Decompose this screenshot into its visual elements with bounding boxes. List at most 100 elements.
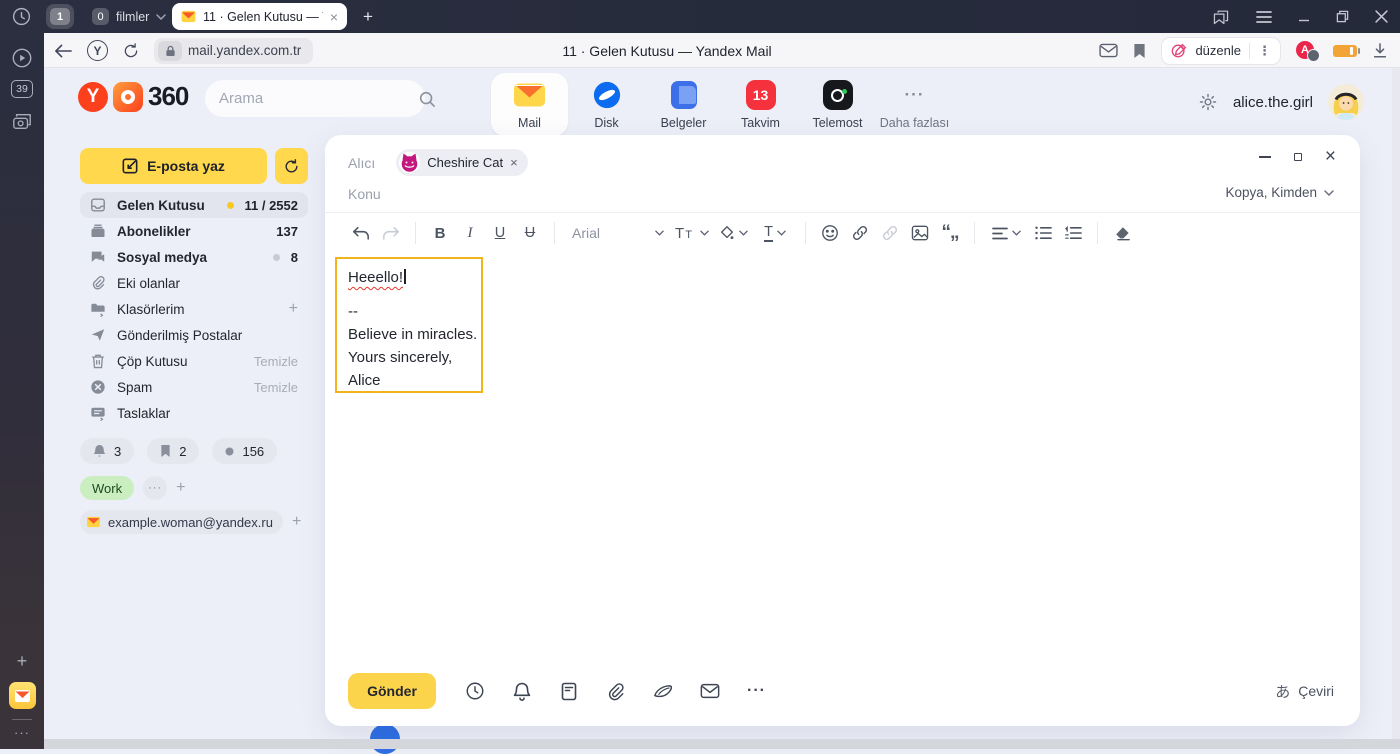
search-bar[interactable] (205, 80, 425, 117)
message-body-highlight[interactable]: Heeello! -- Believe in miracles. Yours s… (335, 257, 483, 393)
underline-button[interactable]: U (485, 219, 515, 247)
send-button[interactable]: Gönder (348, 673, 436, 709)
compose-close-icon[interactable]: × (1325, 147, 1336, 166)
edit-menu-icon[interactable]: ⋮ (1258, 43, 1271, 59)
folder-subscriptions[interactable]: Abonelikler 137 (80, 218, 308, 244)
menu-icon[interactable] (1256, 11, 1272, 23)
link-button[interactable] (845, 219, 875, 247)
bold-button[interactable]: B (425, 219, 455, 247)
settings-gear-icon[interactable] (1198, 92, 1218, 112)
new-tab-button[interactable]: + (356, 5, 380, 29)
search-input[interactable] (219, 90, 418, 107)
rail-more-button[interactable]: ··· (0, 725, 44, 740)
font-family-select[interactable]: Arial (564, 225, 668, 241)
side-panel-icon[interactable] (1212, 9, 1230, 25)
download-icon[interactable] (1372, 42, 1388, 59)
compose-maximize-icon[interactable] (1294, 153, 1302, 161)
window-close-icon[interactable] (1375, 10, 1388, 23)
bookmarks-pill[interactable]: 2 (147, 438, 199, 464)
folder-sent[interactable]: Gönderilmiş Postalar (80, 322, 308, 348)
tab-group-indicator[interactable]: 1 (46, 4, 74, 29)
pinned-pill[interactable]: 156 (212, 438, 277, 464)
reminders-pill[interactable]: 3 (80, 438, 134, 464)
subject-input[interactable] (348, 186, 948, 202)
folder-my-folders[interactable]: Klasörlerim + (80, 296, 308, 322)
add-label-button[interactable]: + (176, 479, 185, 497)
more-options-button[interactable]: ··· (747, 682, 766, 700)
tab-collection[interactable]: 0 filmler (84, 4, 174, 29)
folder-social[interactable]: Sosyal medya 8 (80, 244, 308, 270)
service-calendar[interactable]: 13 Takvim (722, 73, 799, 136)
recipient-row[interactable]: Alıcı Cheshire Cat × (348, 149, 528, 176)
service-mail[interactable]: Mail (491, 73, 568, 136)
clear-trash-button[interactable]: Temizle (254, 354, 298, 369)
active-tab[interactable]: 11 · Gelen Kutusu — Yan × (172, 3, 347, 30)
yandex-button[interactable]: Y (87, 40, 108, 61)
notify-bell-icon[interactable] (512, 681, 532, 701)
text-color-button[interactable]: T (754, 219, 796, 247)
window-restore-icon[interactable] (1336, 10, 1349, 23)
service-more[interactable]: ··· Daha fazlası (876, 73, 953, 136)
recipient-chip[interactable]: Cheshire Cat × (396, 149, 527, 176)
service-disk[interactable]: Disk (568, 73, 645, 136)
compose-button[interactable]: E-posta yaz (80, 148, 267, 184)
battery-icon[interactable] (1333, 45, 1357, 57)
yandex-360-logo[interactable]: Y 360 (78, 81, 188, 112)
user-avatar[interactable] (1328, 84, 1364, 120)
folder-attachments[interactable]: Eki olanlar (80, 270, 308, 296)
attach-file-icon[interactable] (606, 682, 626, 701)
bookmark-icon[interactable] (1133, 43, 1146, 59)
folder-trash[interactable]: Çöp Kutusu Temizle (80, 348, 308, 374)
mail-app-icon[interactable] (0, 682, 44, 709)
tab-close-icon[interactable]: × (330, 9, 338, 25)
add-account-button[interactable]: + (292, 513, 301, 531)
template-icon[interactable] (559, 682, 579, 701)
refresh-icon[interactable] (122, 42, 140, 60)
address-bar[interactable]: mail.yandex.com.tr (154, 38, 313, 64)
italic-button[interactable]: I (455, 219, 485, 247)
label-work[interactable]: Work (80, 476, 134, 500)
attach-from-disk-icon[interactable] (653, 683, 673, 699)
font-size-select[interactable]: TT (668, 219, 712, 247)
mail-notify-icon[interactable] (1099, 43, 1118, 58)
rail-add-button[interactable]: + (0, 651, 44, 672)
history-icon[interactable] (11, 6, 32, 27)
folder-spam[interactable]: Spam Temizle (80, 374, 308, 400)
username[interactable]: alice.the.girl (1233, 94, 1313, 111)
align-button[interactable] (984, 219, 1028, 247)
screenshot-icon[interactable] (0, 112, 44, 132)
clear-spam-button[interactable]: Temizle (254, 380, 298, 395)
emoji-button[interactable] (815, 219, 845, 247)
folder-inbox[interactable]: Gelen Kutusu 11 / 2552 (80, 192, 308, 218)
back-icon[interactable] (54, 43, 73, 59)
page-scrollbar[interactable] (1392, 68, 1400, 749)
refresh-mail-button[interactable] (275, 148, 308, 184)
search-icon[interactable] (418, 90, 436, 108)
labels-more-button[interactable]: ··· (143, 476, 167, 500)
insert-image-button[interactable] (905, 219, 935, 247)
unlink-button[interactable] (875, 219, 905, 247)
clear-format-button[interactable] (1107, 219, 1137, 247)
remove-recipient-icon[interactable]: × (510, 155, 518, 170)
send-as-email-icon[interactable] (700, 683, 720, 699)
translate-button[interactable]: あ Çeviri (1275, 681, 1334, 702)
undo-button[interactable] (346, 219, 376, 247)
add-folder-button[interactable]: + (289, 300, 298, 318)
schedule-send-icon[interactable] (465, 681, 485, 701)
quote-button[interactable]: “„ (935, 219, 965, 247)
service-telemost[interactable]: Telemost (799, 73, 876, 136)
compose-minimize-icon[interactable] (1259, 156, 1271, 158)
strikethrough-button[interactable]: U (515, 219, 545, 247)
window-minimize-icon[interactable] (1298, 11, 1310, 23)
tabs-counter-badge[interactable]: 39 (0, 80, 44, 98)
subject-row[interactable] (348, 186, 948, 204)
bullet-list-button[interactable] (1028, 219, 1058, 247)
edit-button[interactable]: düzenle ⋮ (1161, 37, 1281, 65)
highlight-color-button[interactable] (712, 219, 754, 247)
cc-from-toggle[interactable]: Kopya, Kimden (1225, 185, 1334, 200)
numbered-list-button[interactable] (1058, 219, 1088, 247)
lock-icon[interactable] (158, 41, 182, 61)
video-play-icon[interactable] (0, 47, 44, 69)
redo-button[interactable] (376, 219, 406, 247)
service-docs[interactable]: Belgeler (645, 73, 722, 136)
